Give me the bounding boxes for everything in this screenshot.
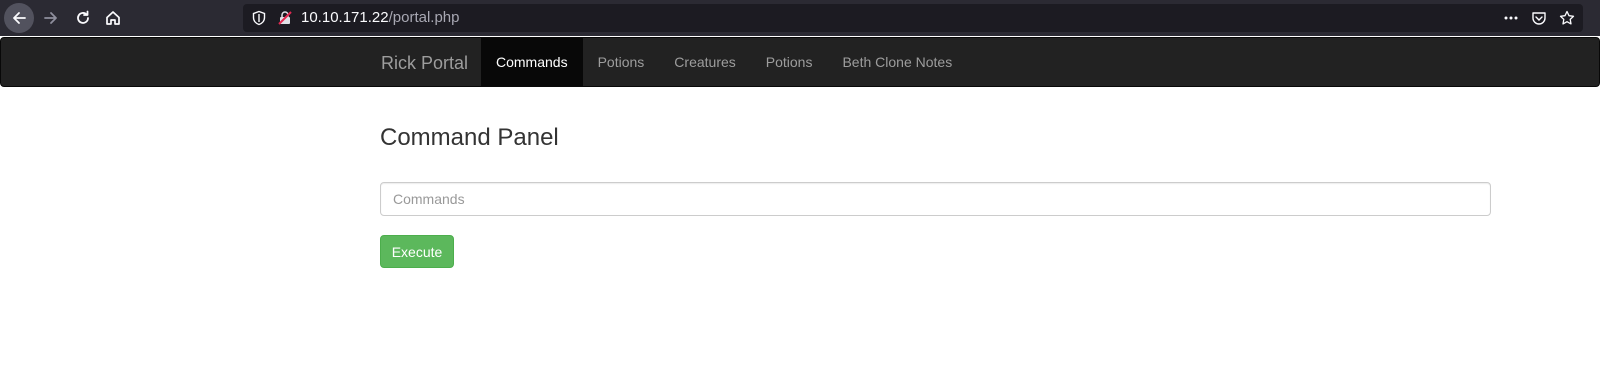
forward-icon	[44, 12, 57, 24]
site-navbar: Rick Portal Commands Potions Creatures P…	[0, 37, 1600, 87]
url-path: /portal.php	[388, 9, 460, 26]
commands-input[interactable]	[380, 182, 1491, 216]
more-icon[interactable]	[1503, 10, 1519, 26]
url-text[interactable]: 10.10.171.22/portal.php	[301, 9, 459, 27]
browser-toolbar: 10.10.171.22/portal.php	[0, 0, 1600, 36]
reload-button[interactable]	[68, 3, 98, 33]
reload-icon	[77, 10, 89, 24]
execute-button[interactable]: Execute	[380, 235, 454, 268]
page-title: Command Panel	[380, 124, 559, 151]
home-icon	[106, 11, 120, 25]
forward-button[interactable]	[36, 3, 66, 33]
shield-icon[interactable]	[251, 10, 267, 26]
nav-item-potions[interactable]: Potions	[583, 38, 660, 87]
home-button[interactable]	[98, 3, 128, 33]
back-icon	[13, 12, 26, 24]
navbar-menu: Commands Potions Creatures Potions Beth …	[481, 38, 967, 87]
url-host: 10.10.171.22	[301, 9, 389, 26]
address-bar[interactable]: 10.10.171.22/portal.php	[243, 4, 1583, 32]
insecure-lock-icon[interactable]	[277, 10, 293, 26]
nav-item-commands[interactable]: Commands	[481, 38, 583, 87]
nav-item-creatures[interactable]: Creatures	[659, 38, 750, 87]
navbar-brand[interactable]: Rick Portal	[381, 38, 468, 88]
bookmark-star-icon[interactable]	[1559, 10, 1575, 26]
nav-item-potions-2[interactable]: Potions	[751, 38, 828, 87]
back-button[interactable]	[4, 3, 34, 33]
pocket-icon[interactable]	[1531, 10, 1547, 26]
nav-item-beth-clone-notes[interactable]: Beth Clone Notes	[827, 38, 967, 87]
